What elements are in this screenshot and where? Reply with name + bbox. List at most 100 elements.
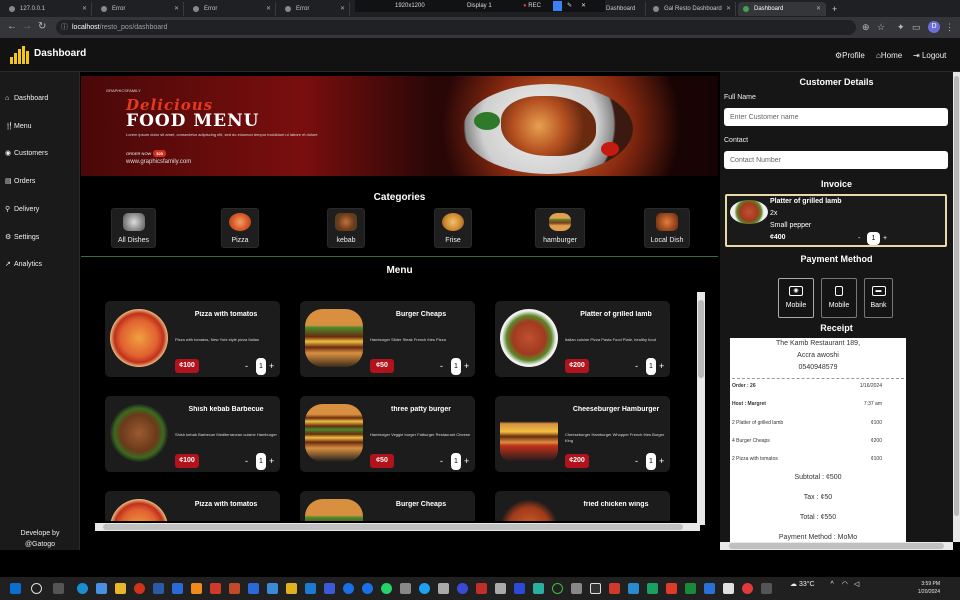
- close-icon[interactable]: ✕: [726, 2, 731, 16]
- app-icon[interactable]: [267, 583, 278, 594]
- new-tab-button[interactable]: +: [828, 2, 844, 16]
- vlc-icon[interactable]: [191, 583, 202, 594]
- increase-button[interactable]: +: [269, 361, 274, 371]
- sidebar-item-dashboard[interactable]: ⌂ Dashboard: [5, 93, 48, 105]
- panel-scrollbar-thumb[interactable]: [954, 76, 959, 516]
- quantity-field[interactable]: 1: [451, 453, 461, 470]
- quantity-field[interactable]: 1: [256, 358, 266, 375]
- quantity-field[interactable]: 1: [256, 453, 266, 470]
- category-hamburger[interactable]: hamburger: [535, 208, 585, 248]
- search-icon[interactable]: [31, 583, 42, 594]
- contact-number-input[interactable]: [724, 151, 948, 169]
- menu-card[interactable]: Pizza with tomatos Pizza with tomatos, N…: [105, 301, 280, 377]
- category-frise[interactable]: Frise: [434, 208, 472, 248]
- decrease-button[interactable]: -: [245, 361, 248, 371]
- menu-card[interactable]: fried chicken wings: [495, 491, 670, 521]
- menu-card[interactable]: Shish kebab Barbecue Shish kebab Barbecu…: [105, 396, 280, 472]
- bookmark-star-icon[interactable]: ☆: [877, 22, 885, 33]
- decrease-button[interactable]: -: [440, 456, 443, 466]
- windows-start-icon[interactable]: [10, 583, 21, 594]
- invoice-decrease-button[interactable]: -: [858, 235, 860, 242]
- panel-horizontal-scrollbar-thumb[interactable]: [729, 543, 944, 549]
- app-icon[interactable]: [514, 583, 525, 594]
- category-local-dish[interactable]: Local Dish: [644, 208, 690, 248]
- pen-icon[interactable]: ✎: [567, 0, 572, 12]
- brand-title[interactable]: Dashboard: [34, 48, 86, 59]
- close-icon[interactable]: ✕: [174, 2, 179, 16]
- extensions-icon[interactable]: ✦: [897, 22, 905, 33]
- app-icon[interactable]: [210, 583, 221, 594]
- app-icon[interactable]: [723, 583, 734, 594]
- gmail-icon[interactable]: [609, 583, 620, 594]
- sidebar-item-analytics[interactable]: ↗ Analytics: [5, 259, 42, 271]
- app-icon[interactable]: [571, 583, 582, 594]
- sidebar-item-orders[interactable]: ▤ Orders: [5, 176, 35, 188]
- payment-option-mobile-2[interactable]: Mobile: [821, 278, 857, 318]
- chrome-icon[interactable]: [96, 583, 107, 594]
- close-icon[interactable]: ✕: [340, 2, 345, 16]
- app-icon[interactable]: [704, 583, 715, 594]
- edge-icon[interactable]: [77, 583, 88, 594]
- sidebar-item-menu[interactable]: 🍴Menu: [5, 121, 32, 133]
- menu-card[interactable]: Platter of grilled lamb Italian cuisine …: [495, 301, 670, 377]
- sidebar-item-delivery[interactable]: ⚲ Delivery: [5, 204, 39, 216]
- messenger-icon[interactable]: [362, 583, 373, 594]
- menu-card[interactable]: Cheeseburger Hamburger Cheeseburger Hamb…: [495, 396, 670, 472]
- profile-avatar[interactable]: D: [928, 21, 940, 33]
- app-icon[interactable]: [666, 583, 677, 594]
- browser-tab-active[interactable]: Dashboard ✕: [738, 2, 826, 16]
- invoice-increase-button[interactable]: +: [883, 235, 887, 242]
- increase-button[interactable]: +: [659, 361, 664, 371]
- zoom-icon[interactable]: ⊕: [862, 22, 870, 33]
- category-all-dishes[interactable]: All Dishes: [111, 208, 156, 248]
- app-icon[interactable]: [476, 583, 487, 594]
- payment-option-mobile[interactable]: ◉ Mobile: [778, 278, 814, 318]
- app-icon[interactable]: [761, 583, 772, 594]
- quantity-field[interactable]: 1: [451, 358, 461, 375]
- app-icon[interactable]: [400, 583, 411, 594]
- customer-name-input[interactable]: [724, 108, 948, 126]
- increase-button[interactable]: +: [269, 456, 274, 466]
- app-icon[interactable]: [590, 583, 601, 594]
- word-icon[interactable]: [153, 583, 164, 594]
- decrease-button[interactable]: -: [440, 361, 443, 371]
- file-explorer-icon[interactable]: [115, 583, 126, 594]
- reload-icon[interactable]: ↻: [38, 21, 46, 33]
- task-view-icon[interactable]: [53, 583, 64, 594]
- profile-link[interactable]: ⚙Profile: [835, 51, 865, 60]
- invoice-quantity-field[interactable]: 1: [867, 232, 880, 245]
- whatsapp-icon[interactable]: [381, 583, 392, 594]
- taskbar-clock[interactable]: 3:59 PM 1/20/2024: [898, 580, 940, 596]
- app-icon[interactable]: [685, 583, 696, 594]
- decrease-button[interactable]: -: [635, 456, 638, 466]
- app-icon[interactable]: [286, 583, 297, 594]
- browser-tab[interactable]: 127.0.0.1 ✕: [4, 2, 92, 16]
- quantity-field[interactable]: 1: [646, 358, 656, 375]
- browser-tab[interactable]: Gal Resto Dashboard ✕: [648, 2, 736, 16]
- app-icon[interactable]: [742, 583, 753, 594]
- menu-card[interactable]: Burger Cheaps Hamburger Slider Steak Fre…: [300, 301, 475, 377]
- site-info-icon[interactable]: ⓘ: [61, 20, 68, 35]
- address-bar[interactable]: ⓘ localhost/resto_pos/dashboard: [56, 20, 856, 35]
- menu-card[interactable]: Burger Cheaps: [300, 491, 475, 521]
- category-kebab[interactable]: kebab: [327, 208, 365, 248]
- browser-tab[interactable]: Error ✕: [188, 2, 276, 16]
- system-tray[interactable]: ☁ 33°C ^ ◠ ◁: [790, 580, 859, 588]
- decrease-button[interactable]: -: [635, 361, 638, 371]
- logout-link[interactable]: ⇥ Logout: [913, 51, 946, 60]
- close-icon[interactable]: ✕: [82, 2, 87, 16]
- sidebar-item-settings[interactable]: ⚙ Settings: [5, 232, 39, 244]
- increase-button[interactable]: +: [464, 456, 469, 466]
- sidepanel-icon[interactable]: ▭: [912, 22, 921, 33]
- twitter-icon[interactable]: [419, 583, 430, 594]
- app-icon[interactable]: [495, 583, 506, 594]
- browser-tab[interactable]: Error ✕: [96, 2, 184, 16]
- vscode-icon[interactable]: [305, 583, 316, 594]
- payment-option-bank[interactable]: ▬ Bank: [864, 278, 893, 318]
- home-link[interactable]: ⌂Home: [876, 51, 902, 60]
- record-indicator[interactable]: ● REC: [523, 0, 541, 12]
- menu-card[interactable]: three patty burger Hamburger Veggie burg…: [300, 396, 475, 472]
- app-icon[interactable]: [552, 583, 563, 594]
- app-icon[interactable]: [628, 583, 639, 594]
- app-icon[interactable]: [457, 583, 468, 594]
